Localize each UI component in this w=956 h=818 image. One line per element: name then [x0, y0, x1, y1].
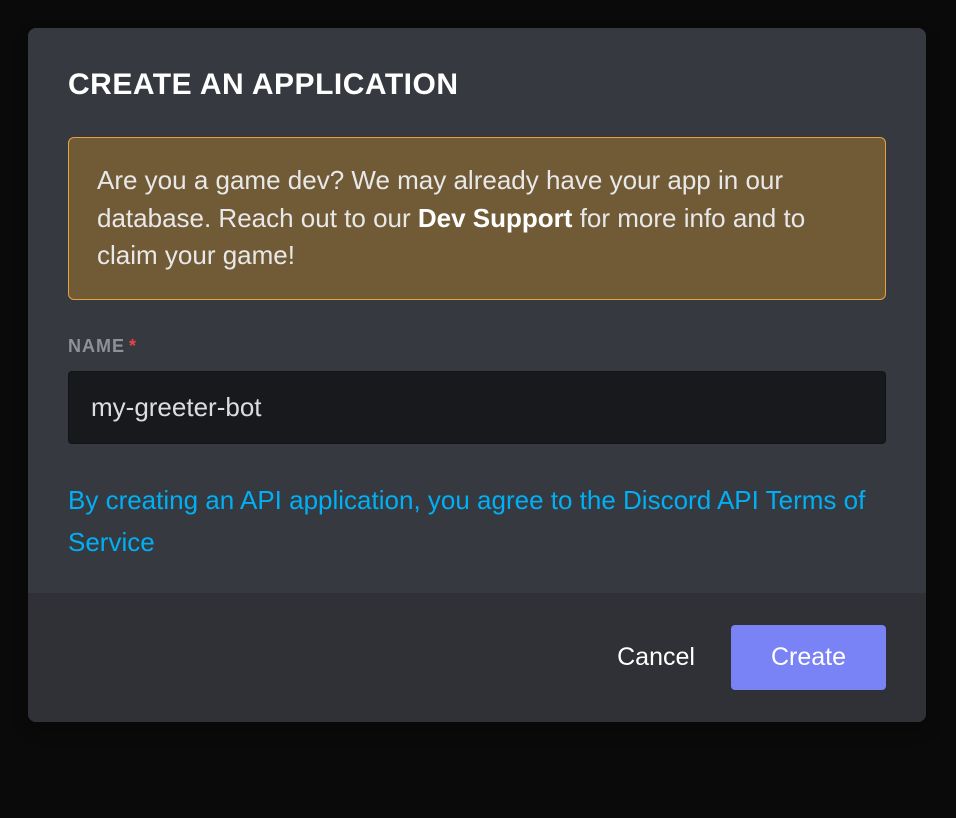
required-asterisk: *	[129, 336, 137, 356]
create-button[interactable]: Create	[731, 625, 886, 690]
modal-title: CREATE AN APPLICATION	[68, 68, 886, 102]
modal-body: CREATE AN APPLICATION Are you a game dev…	[28, 28, 926, 593]
name-input[interactable]	[68, 371, 886, 444]
game-dev-notice: Are you a game dev? We may already have …	[68, 137, 886, 300]
create-application-modal: CREATE AN APPLICATION Are you a game dev…	[28, 28, 926, 722]
name-label-text: NAME	[68, 336, 125, 356]
dev-support-link[interactable]: Dev Support	[418, 203, 573, 233]
name-field-label: NAME*	[68, 336, 886, 357]
tos-link[interactable]: By creating an API application, you agre…	[68, 480, 886, 563]
cancel-button[interactable]: Cancel	[609, 633, 703, 682]
modal-footer: Cancel Create	[28, 593, 926, 722]
notice-text: Are you a game dev? We may already have …	[97, 162, 857, 275]
